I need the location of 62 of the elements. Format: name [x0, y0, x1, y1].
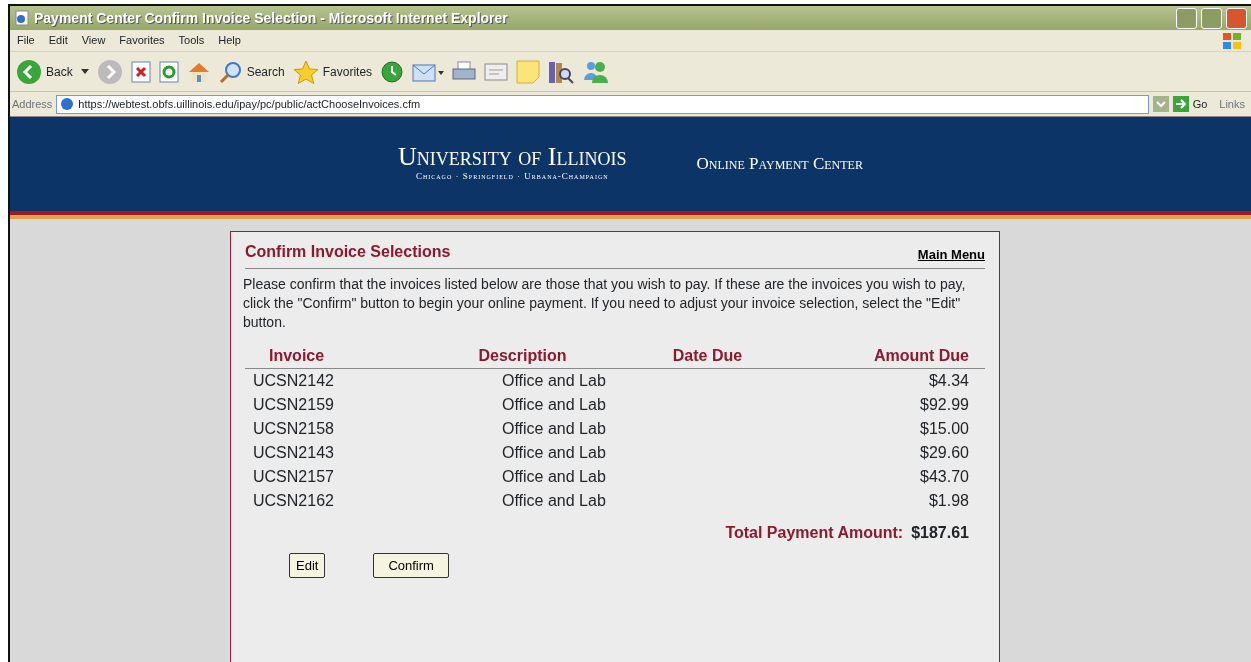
table-cell: Office and Lab [502, 371, 606, 389]
go-button[interactable]: Go [1172, 95, 1208, 113]
table-cell: $4.34 [928, 371, 969, 389]
window-title: Payment Center Confirm Invoice Selection - Microsoft Internet Explorer [34, 8, 508, 28]
column-header: Date Due [672, 346, 743, 364]
logo-subtitle: Chicago · Springfield · Urbana-Champaign [414, 170, 610, 184]
column-header: Description [478, 346, 567, 364]
edit-page-icon[interactable] [484, 61, 509, 82]
back-icon [16, 58, 42, 85]
search-button[interactable]: Search [218, 59, 285, 84]
favorites-button[interactable]: Favorites [292, 59, 373, 84]
books-icon[interactable] [548, 59, 575, 84]
menu-item[interactable]: View [74, 32, 113, 49]
messenger-icon[interactable] [582, 59, 611, 84]
table-cell: UCSN2158 [253, 419, 334, 437]
close-button[interactable] [1226, 7, 1247, 29]
menu-item[interactable]: Help [211, 32, 248, 49]
total-label: Total Payment Amount: [725, 522, 904, 543]
table-cell: UCSN2143 [253, 443, 334, 461]
confirm-button[interactable]: Confirm [373, 552, 449, 579]
globe-icon [60, 97, 75, 111]
menu-item[interactable]: File [10, 32, 42, 49]
table-cell: UCSN2142 [253, 371, 334, 389]
table-cell: Office and Lab [502, 395, 606, 413]
table-cell: $92.99 [920, 395, 969, 413]
site-title: Online Payment Center [696, 153, 863, 176]
table-cell: UCSN2157 [253, 467, 334, 485]
printer-icon[interactable] [452, 60, 477, 83]
windows-flag-icon [1221, 30, 1243, 51]
search-icon [218, 59, 243, 84]
card-title: Confirm Invoice Selections [245, 242, 451, 262]
address-field[interactable]: https://webtest.obfs.uillinois.edu/ipay/pc/public/actChooseInvoices.cfm [56, 94, 1149, 114]
table-cell: $1.98 [928, 491, 969, 509]
favorites-icon [292, 59, 319, 84]
total-amount: $187.61 [911, 522, 969, 543]
table-cell: $15.00 [920, 419, 969, 437]
links-button[interactable]: Links [1219, 95, 1245, 113]
arrow-icon [1172, 96, 1189, 112]
menu-item[interactable]: Tools [171, 32, 212, 49]
table-cell: Office and Lab [502, 443, 606, 461]
table-cell: $43.70 [920, 467, 969, 485]
edit-button[interactable]: Edit [289, 552, 326, 579]
table-cell: Office and Lab [502, 419, 606, 437]
table-cell: $29.60 [920, 443, 969, 461]
table-cell: UCSN2159 [253, 395, 334, 413]
history-icon[interactable] [380, 59, 405, 84]
intro-text: Please confirm that the invoices listed below are those that you wish to pay. If these are the invoices you wish to pay, click the "Confirm" button to begin your online payment. If you need to adjust your invoice selection, select the "Edit" button. [243, 275, 967, 332]
ie-page-icon [14, 10, 30, 26]
main-menu-link[interactable]: Main Menu [917, 244, 985, 264]
logo-title: University of Illinois [398, 144, 627, 171]
menu-item[interactable]: Edit [41, 32, 75, 49]
table-cell: UCSN2162 [253, 491, 334, 509]
address-label: Address [12, 96, 53, 112]
back-button[interactable]: Back [16, 58, 73, 85]
stop-icon[interactable] [130, 60, 151, 83]
table-cell: Office and Lab [502, 491, 606, 509]
table-cell: Office and Lab [502, 467, 606, 485]
column-header: Invoice [269, 346, 325, 364]
menu-item[interactable]: Favorites [112, 32, 172, 49]
forward-icon[interactable] [96, 58, 123, 85]
column-header: Amount Due [873, 346, 969, 364]
dropdown-icon[interactable] [80, 68, 89, 75]
